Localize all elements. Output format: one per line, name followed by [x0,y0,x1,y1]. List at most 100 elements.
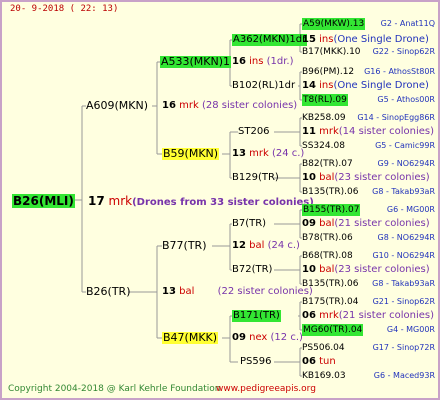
dss-abbr: bal [319,218,335,229]
g4-code: G8 - NO6294R [377,233,435,242]
sd-detail: 13 mrk (24 c.) [232,148,304,160]
ss-name: A533(MKN)1 [160,55,232,68]
ss-abbr: ins [249,56,264,67]
g4-name: PS506.04 [302,343,345,353]
root-detail: 17 mrk(Drones from 33 sister colonies) [88,194,314,210]
sdd-note: (23 sister colonies) [334,172,430,183]
g4-name: B175(TR).04 [302,297,359,307]
dsd-name: B72(TR) [232,264,273,275]
report-date: 20- 9-2018 ( 22: 13) [10,4,119,14]
dds-abbr: mrk [319,310,339,321]
ddd-abbr: tun [319,356,336,367]
sss-name: A362(MKN)1dr [232,34,308,46]
dam-name: B26(TR) [86,285,131,298]
g4-name: B68(TR).08 [302,251,353,261]
g4-name: B96(PM).12 [302,67,355,77]
ds-detail: 12 bal (24 c.) [232,240,300,252]
dss-name: B7(TR) [232,218,267,229]
sire-name: A609(MKN) [86,99,149,112]
root-note: (Drones from 33 sister colonies) [132,197,314,208]
pedigree-frame: 20- 9-2018 ( 22: 13) B26(MLI) 17 mrk(Dro… [0,0,440,400]
sd-name: B59(MKN) [162,147,220,160]
g4-name: B82(TR).07 [302,159,353,169]
sss-num: 15 [302,34,316,45]
g4-name: A59(MKW).13 [302,18,366,30]
dam-num: 13 [162,286,176,297]
dss-detail: 09 bal(21 sister colonies) [302,218,430,230]
g4-code: G14 - SinopEgg86R [357,113,435,122]
ss-num: 16 [232,56,246,67]
sds-name: ST206 [238,126,270,137]
g4-name: B17(MKK).10 [302,47,361,57]
ss-note: (1dr.) [266,56,294,67]
sdd-detail: 10 bal(23 sister colonies) [302,172,430,184]
sd-abbr: mrk [249,148,269,159]
sds-note: (14 sister colonies) [338,126,435,137]
g4-code: G5 - Athos00R [377,95,435,104]
g4-code: G8 - Takab93aR [372,187,435,196]
ddd-num: 06 [302,356,316,367]
g4-name: B155(TR).07 [302,204,361,216]
g4-name: B135(TR).06 [302,187,359,197]
g4-name: MG60(TR).04 [302,324,364,336]
sire-note: (28 sister colonies) [201,100,298,111]
website-link[interactable]: www.pedigreeapis.org [216,384,316,394]
root-num: 17 [88,194,105,208]
dds-note: (21 sister colonies) [338,310,435,321]
dsd-note: (23 sister colonies) [334,264,430,275]
g4-code: G10 - NO6294R [372,251,435,260]
dam-note: (22 sister colonies) [217,286,313,297]
g4-code: G4 - MG00R [386,325,435,334]
sire-num: 16 [162,100,176,111]
sdd-num: 10 [302,172,316,183]
sire-detail: 16 mrk (28 sister colonies) [162,100,297,112]
sd-note: (24 c.) [271,148,305,159]
sss-note: (One Single Drone) [333,34,429,45]
dd-abbr: nex [249,332,268,343]
g4-code: G6 - MG00R [386,205,435,214]
g4-name: KB258.09 [302,113,346,123]
ssd-note: (One Single Drone) [333,80,429,91]
dds-detail: 06 mrk(21 sister colonies) [302,310,434,322]
g4-name: T8(RL).09 [302,94,348,106]
dd-detail: 09 nex (12 c.) [232,332,303,344]
sss-abbr: ins [319,34,334,45]
dd-note: (12 c.) [270,332,303,343]
g4-name: B135(TR).06 [302,279,359,289]
dsd-detail: 10 bal(23 sister colonies) [302,264,430,276]
g4-code: G22 - Sinop62R [372,47,435,56]
dsd-num: 10 [302,264,316,275]
ds-num: 12 [232,240,246,251]
sd-num: 13 [232,148,246,159]
ds-name: B77(TR) [162,239,207,252]
sire-abbr: mrk [179,100,199,111]
dss-note: (21 sister colonies) [334,218,430,229]
g4-code: G16 - AthosSt80R [364,67,435,76]
copyright-notice: Copyright 2004-2018 @ Karl Kehrle Founda… [8,384,221,394]
ss-detail: 16 ins (1dr.) [232,56,294,68]
root-abbr: mrk [108,194,133,208]
ssd-num: 14 [302,80,316,91]
dss-num: 09 [302,218,316,229]
ssd-name: B102(RL)1dr [232,80,296,91]
g4-code: G6 - Maced93R [373,371,435,380]
sds-num: 11 [302,126,316,137]
g4-code: G21 - Sinop62R [372,297,435,306]
ssd-abbr: ins [319,80,334,91]
g4-code: G8 - Takab93aR [372,279,435,288]
dsd-abbr: bal [319,264,335,275]
ds-abbr: bal [249,240,265,251]
dam-detail: 13 bal (22 sister colonies) [162,286,313,298]
g4-code: G2 - Anat11Q [380,19,435,28]
g4-name: KB169.03 [302,371,346,381]
sdd-name: B129(TR) [232,172,279,183]
ssd-detail: 14 ins(One Single Drone) [302,80,429,92]
ddd-detail: 06 tun [302,356,336,368]
dam-abbr: bal [179,286,195,297]
g4-code: G5 - Camic99R [375,141,435,150]
sss-detail: 15 ins(One Single Drone) [302,34,429,46]
root-queen-name: B26(MLI) [12,194,75,208]
g4-name: B78(TR).06 [302,233,353,243]
sds-abbr: mrk [319,126,339,137]
dds-name: B171(TR) [232,310,281,322]
